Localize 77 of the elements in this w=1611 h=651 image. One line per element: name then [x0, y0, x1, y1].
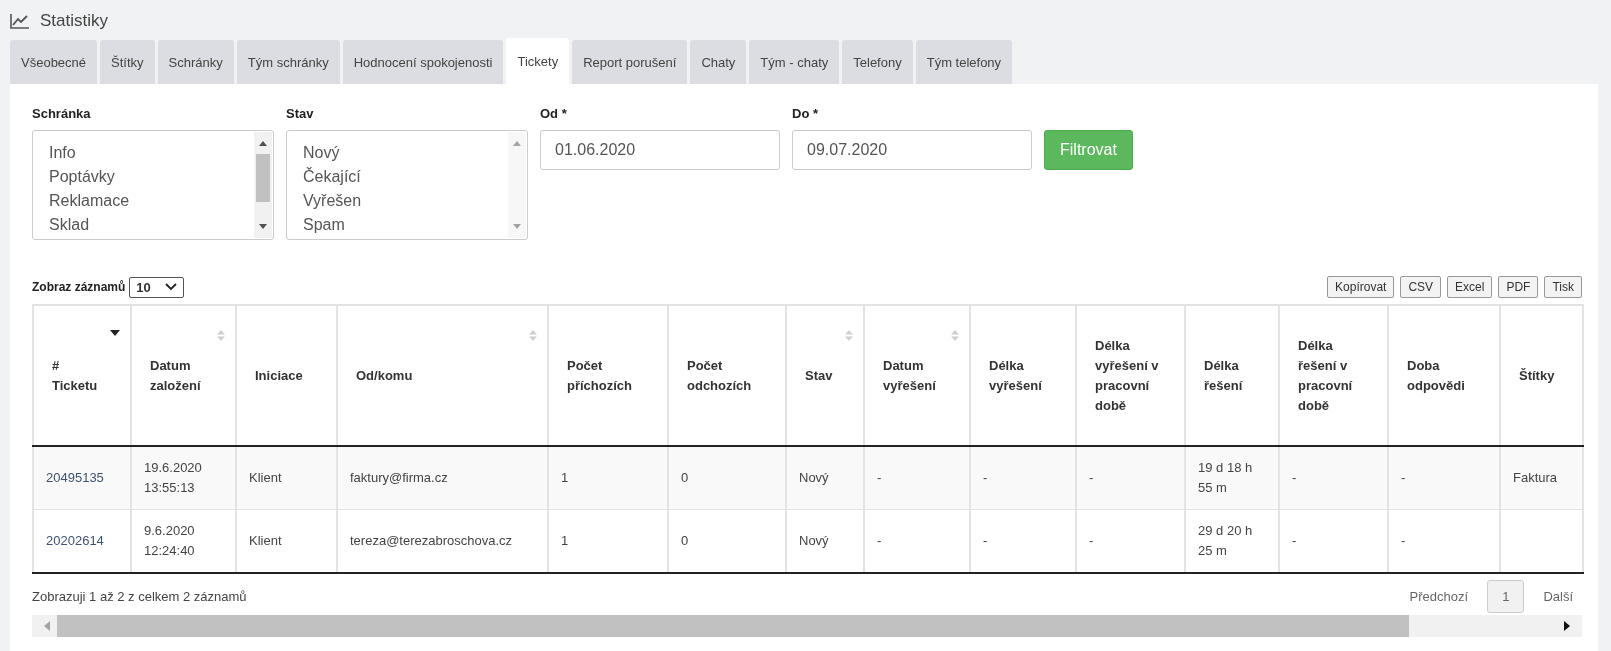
page-length-select[interactable]: 10	[129, 276, 184, 298]
column-header[interactable]: # Ticketu	[33, 305, 131, 446]
table-cell: 0	[668, 446, 786, 510]
table-cell: faktury@firma.cz	[337, 446, 548, 510]
table-cell: 9.6.2020 12:24:40	[131, 509, 236, 573]
table-cell: Klient	[236, 509, 337, 573]
table-cell: -	[864, 509, 970, 573]
mailbox-listbox[interactable]: Info Poptávky Reklamace Sklad	[32, 130, 274, 240]
list-option[interactable]: Sklad	[49, 213, 130, 237]
ticket-id-cell[interactable]: 20202614	[33, 509, 131, 573]
list-option[interactable]: Poptávky	[49, 165, 130, 189]
table-cell: 19.6.2020 13:55:13	[131, 446, 236, 510]
ticket-id-cell[interactable]: 20495135	[33, 446, 131, 510]
table-cell: 29 d 20 h 25 m	[1185, 509, 1279, 573]
table-cell: -	[1076, 509, 1185, 573]
page-length-label: Zobraz záznamů	[32, 280, 126, 294]
export-button[interactable]: Tisk	[1544, 276, 1582, 298]
tab[interactable]: Report porušení	[572, 40, 688, 84]
tab[interactable]: Chaty	[690, 40, 747, 84]
export-button[interactable]: Excel	[1447, 276, 1493, 298]
export-button[interactable]: CSV	[1400, 276, 1442, 298]
sort-icon	[529, 330, 537, 341]
sort-descending-icon	[110, 330, 120, 336]
table-cell: 19 d 18 h 55 m	[1185, 446, 1279, 510]
table-cell: Nový	[786, 509, 864, 573]
list-option[interactable]: Nový	[303, 141, 362, 165]
export-button[interactable]: PDF	[1498, 276, 1539, 298]
pagination-button[interactable]: Předchozí	[1400, 580, 1478, 613]
table-cell: -	[1279, 446, 1388, 510]
list-option[interactable]: Čekající	[303, 165, 362, 189]
tab[interactable]: Tým schránky	[236, 40, 340, 84]
sort-icon	[217, 330, 225, 341]
field-label: Od *	[540, 106, 568, 122]
table-cell: 1	[548, 509, 668, 573]
tab[interactable]: Telefony	[842, 40, 913, 84]
tab[interactable]: Štítky	[100, 40, 155, 84]
tab[interactable]: Všeobecné	[10, 40, 98, 84]
export-button[interactable]: Kopírovat	[1327, 276, 1395, 298]
table-cell: 0	[668, 509, 786, 573]
tab[interactable]: Schránky	[157, 40, 234, 84]
tab[interactable]: Tým - chaty	[749, 40, 840, 84]
table-cell: -	[1388, 509, 1500, 573]
pagination-button[interactable]: Další	[1534, 580, 1582, 613]
list-option[interactable]: Vyřešen	[303, 189, 362, 213]
field-label: Do *	[792, 106, 819, 122]
horizontal-scrollbar-drawing[interactable]	[32, 615, 1582, 637]
sort-icon	[845, 330, 853, 341]
table-cell: tereza@terezabroschova.cz	[337, 509, 548, 573]
list-option[interactable]: Reklamace	[49, 189, 130, 213]
table-cell: -	[1388, 446, 1500, 510]
table-info: Zobrazuji 1 až 2 z celkem 2 záznamů	[32, 589, 247, 604]
table-cell: Klient	[236, 446, 337, 510]
page-title: Statistiky	[40, 11, 109, 31]
table-cell: 1	[548, 446, 668, 510]
list-option[interactable]: Spam	[303, 213, 362, 237]
table-cell: -	[1279, 509, 1388, 573]
table-cell: -	[864, 446, 970, 510]
table-cell: -	[970, 446, 1076, 510]
field-label: Schránka	[32, 106, 92, 122]
tab[interactable]: Tým telefony	[915, 40, 1013, 84]
table-cell: -	[1076, 446, 1185, 510]
table-cell: Faktura	[1500, 446, 1583, 510]
scrollbar-drawing[interactable]	[508, 132, 526, 238]
scrollbar-drawing[interactable]	[254, 132, 272, 238]
field-label: Stav	[286, 106, 315, 122]
state-listbox[interactable]: Nový Čekající Vyřešen Spam	[286, 130, 528, 240]
date-input-field[interactable]: 01.06.2020	[540, 130, 780, 170]
tab[interactable]: Tickety	[506, 38, 570, 84]
table-cell: -	[970, 509, 1076, 573]
line-chart-icon	[10, 13, 30, 29]
list-option[interactable]: Info	[49, 141, 130, 165]
chevron-down-icon	[164, 283, 177, 291]
sort-icon	[951, 330, 959, 341]
date-input-field[interactable]: 09.07.2020	[792, 130, 1032, 170]
table-cell: Nový	[786, 446, 864, 510]
tab[interactable]: Hodnocení spokojenosti	[342, 40, 504, 84]
pagination-button[interactable]: 1	[1487, 580, 1525, 613]
